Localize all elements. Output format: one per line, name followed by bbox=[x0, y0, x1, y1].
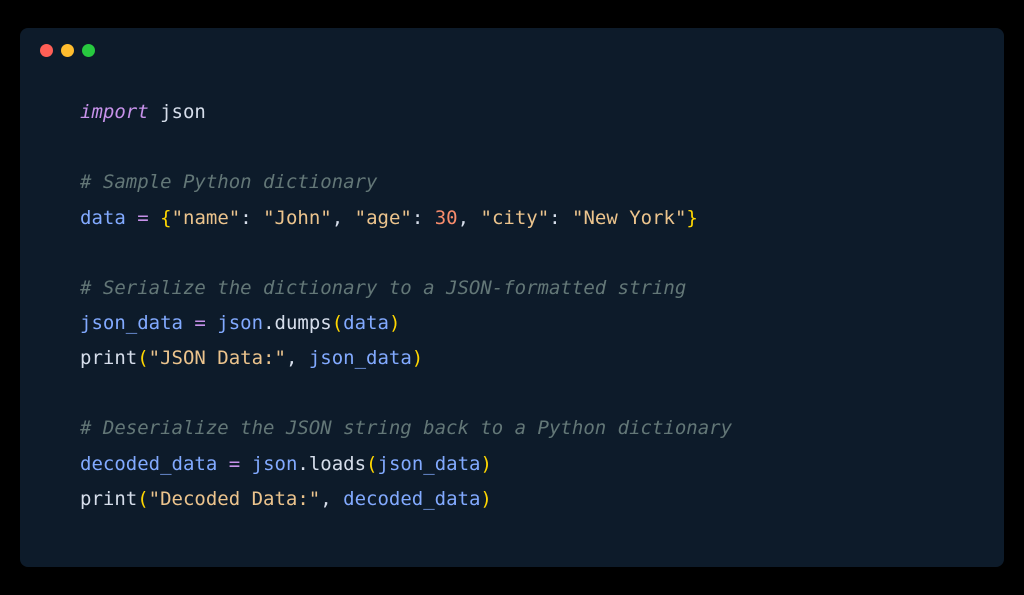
operator: = bbox=[194, 312, 205, 334]
space bbox=[240, 453, 251, 475]
space bbox=[206, 312, 217, 334]
string: "New York" bbox=[572, 207, 686, 229]
number: 30 bbox=[435, 207, 458, 229]
operator: = bbox=[229, 453, 240, 475]
colon: : bbox=[412, 207, 435, 229]
window-titlebar bbox=[20, 28, 1004, 65]
minimize-icon[interactable] bbox=[61, 44, 74, 57]
argument: decoded_data bbox=[343, 488, 480, 510]
argument: json_data bbox=[309, 347, 412, 369]
string: "name" bbox=[172, 207, 241, 229]
brace: { bbox=[160, 207, 171, 229]
comma: , bbox=[320, 488, 343, 510]
string: "age" bbox=[355, 207, 412, 229]
blank-line bbox=[80, 236, 944, 271]
code-window: import json # Sample Python dictionary d… bbox=[20, 28, 1004, 567]
comment: # Deserialize the JSON string back to a … bbox=[80, 417, 732, 439]
argument: json_data bbox=[378, 453, 481, 475]
comma: , bbox=[458, 207, 481, 229]
colon: : bbox=[240, 207, 263, 229]
variable: data bbox=[80, 207, 137, 229]
module-name: json bbox=[149, 101, 206, 123]
method: loads bbox=[309, 453, 366, 475]
brace: } bbox=[686, 207, 697, 229]
blank-line bbox=[80, 376, 944, 411]
paren: ( bbox=[137, 347, 148, 369]
object: json bbox=[252, 453, 298, 475]
variable: decoded_data bbox=[80, 453, 229, 475]
paren: ) bbox=[389, 312, 400, 334]
comma: , bbox=[332, 207, 355, 229]
code-line: decoded_data = json.loads(json_data) bbox=[80, 447, 944, 482]
object: json bbox=[217, 312, 263, 334]
string: "Decoded Data:" bbox=[149, 488, 321, 510]
code-editor: import json # Sample Python dictionary d… bbox=[20, 65, 1004, 567]
space bbox=[149, 207, 160, 229]
code-line: # Deserialize the JSON string back to a … bbox=[80, 411, 944, 446]
argument: data bbox=[343, 312, 389, 334]
paren: ) bbox=[480, 488, 491, 510]
comma: , bbox=[286, 347, 309, 369]
builtin-function: print bbox=[80, 488, 137, 510]
code-line: print("Decoded Data:", decoded_data) bbox=[80, 482, 944, 517]
paren: ( bbox=[137, 488, 148, 510]
code-line: # Sample Python dictionary bbox=[80, 165, 944, 200]
string: "city" bbox=[481, 207, 550, 229]
method: dumps bbox=[275, 312, 332, 334]
paren: ) bbox=[412, 347, 423, 369]
paren: ) bbox=[480, 453, 491, 475]
builtin-function: print bbox=[80, 347, 137, 369]
dot: . bbox=[297, 453, 308, 475]
blank-line bbox=[80, 130, 944, 165]
keyword-import: import bbox=[80, 101, 149, 123]
comment: # Serialize the dictionary to a JSON-for… bbox=[80, 277, 686, 299]
paren: ( bbox=[332, 312, 343, 334]
variable: json_data bbox=[80, 312, 194, 334]
code-line: print("JSON Data:", json_data) bbox=[80, 341, 944, 376]
dot: . bbox=[263, 312, 274, 334]
colon: : bbox=[549, 207, 572, 229]
code-line: import json bbox=[80, 95, 944, 130]
code-line: json_data = json.dumps(data) bbox=[80, 306, 944, 341]
paren: ( bbox=[366, 453, 377, 475]
code-line: data = {"name": "John", "age": 30, "city… bbox=[80, 201, 944, 236]
code-line: # Serialize the dictionary to a JSON-for… bbox=[80, 271, 944, 306]
close-icon[interactable] bbox=[40, 44, 53, 57]
string: "JSON Data:" bbox=[149, 347, 286, 369]
comment: # Sample Python dictionary bbox=[80, 171, 377, 193]
string: "John" bbox=[263, 207, 332, 229]
maximize-icon[interactable] bbox=[82, 44, 95, 57]
operator: = bbox=[137, 207, 148, 229]
